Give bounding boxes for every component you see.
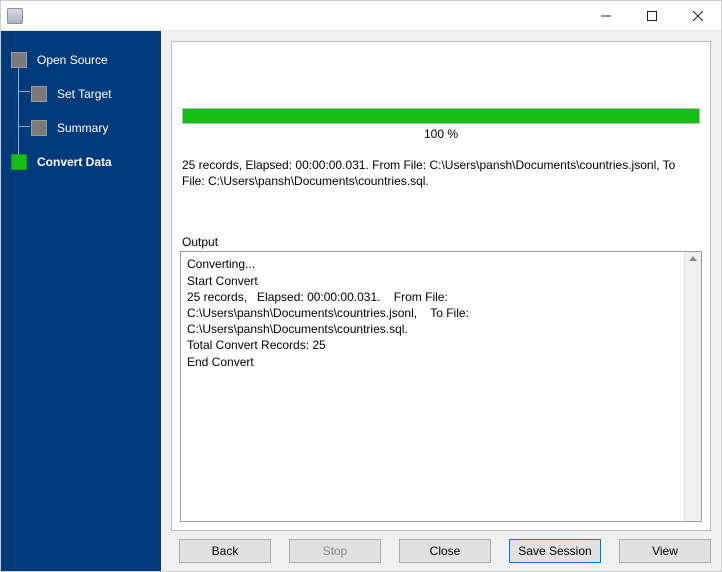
sidebar-item-label: Set Target [57, 87, 111, 101]
progress-fill [183, 109, 699, 123]
titlebar [1, 1, 721, 31]
stop-button[interactable]: Stop [289, 539, 381, 563]
scrollbar[interactable] [684, 252, 701, 521]
progress-section: 100 % [178, 48, 704, 145]
sidebar: Open Source Set Target Summary Convert D… [1, 31, 161, 571]
minimize-button[interactable] [583, 1, 629, 30]
sidebar-item-summary[interactable]: Summary [1, 111, 161, 145]
progress-label: 100 % [182, 127, 700, 141]
sidebar-item-open-source[interactable]: Open Source [1, 43, 161, 77]
sidebar-item-label: Open Source [37, 53, 108, 67]
step-icon [31, 86, 47, 102]
step-icon [11, 52, 27, 68]
output-box: Converting... Start Convert 25 records, … [180, 251, 702, 522]
step-icon [11, 154, 27, 170]
content-area: Open Source Set Target Summary Convert D… [1, 31, 721, 571]
output-content: Converting... Start Convert 25 records, … [187, 256, 681, 517]
sidebar-item-set-target[interactable]: Set Target [1, 77, 161, 111]
sidebar-item-label: Summary [57, 121, 108, 135]
main-panel: 100 % 25 records, Elapsed: 00:00:00.031.… [171, 41, 711, 531]
view-button[interactable]: View [619, 539, 711, 563]
output-label: Output [178, 235, 704, 251]
window-controls [583, 1, 721, 30]
close-window-button[interactable] [675, 1, 721, 30]
scroll-up-icon [689, 256, 697, 261]
save-session-button[interactable]: Save Session [509, 539, 601, 563]
titlebar-left [1, 8, 29, 24]
close-button[interactable]: Close [399, 539, 491, 563]
sidebar-item-label: Convert Data [37, 155, 112, 169]
main-area: 100 % 25 records, Elapsed: 00:00:00.031.… [161, 31, 721, 571]
maximize-button[interactable] [629, 1, 675, 30]
back-button[interactable]: Back [179, 539, 271, 563]
progress-bar [182, 108, 700, 124]
app-icon [7, 8, 23, 24]
status-text: 25 records, Elapsed: 00:00:00.031. From … [178, 157, 704, 189]
footer-buttons: Back Stop Close Save Session View [171, 531, 711, 563]
step-icon [31, 120, 47, 136]
sidebar-item-convert-data[interactable]: Convert Data [1, 145, 161, 179]
